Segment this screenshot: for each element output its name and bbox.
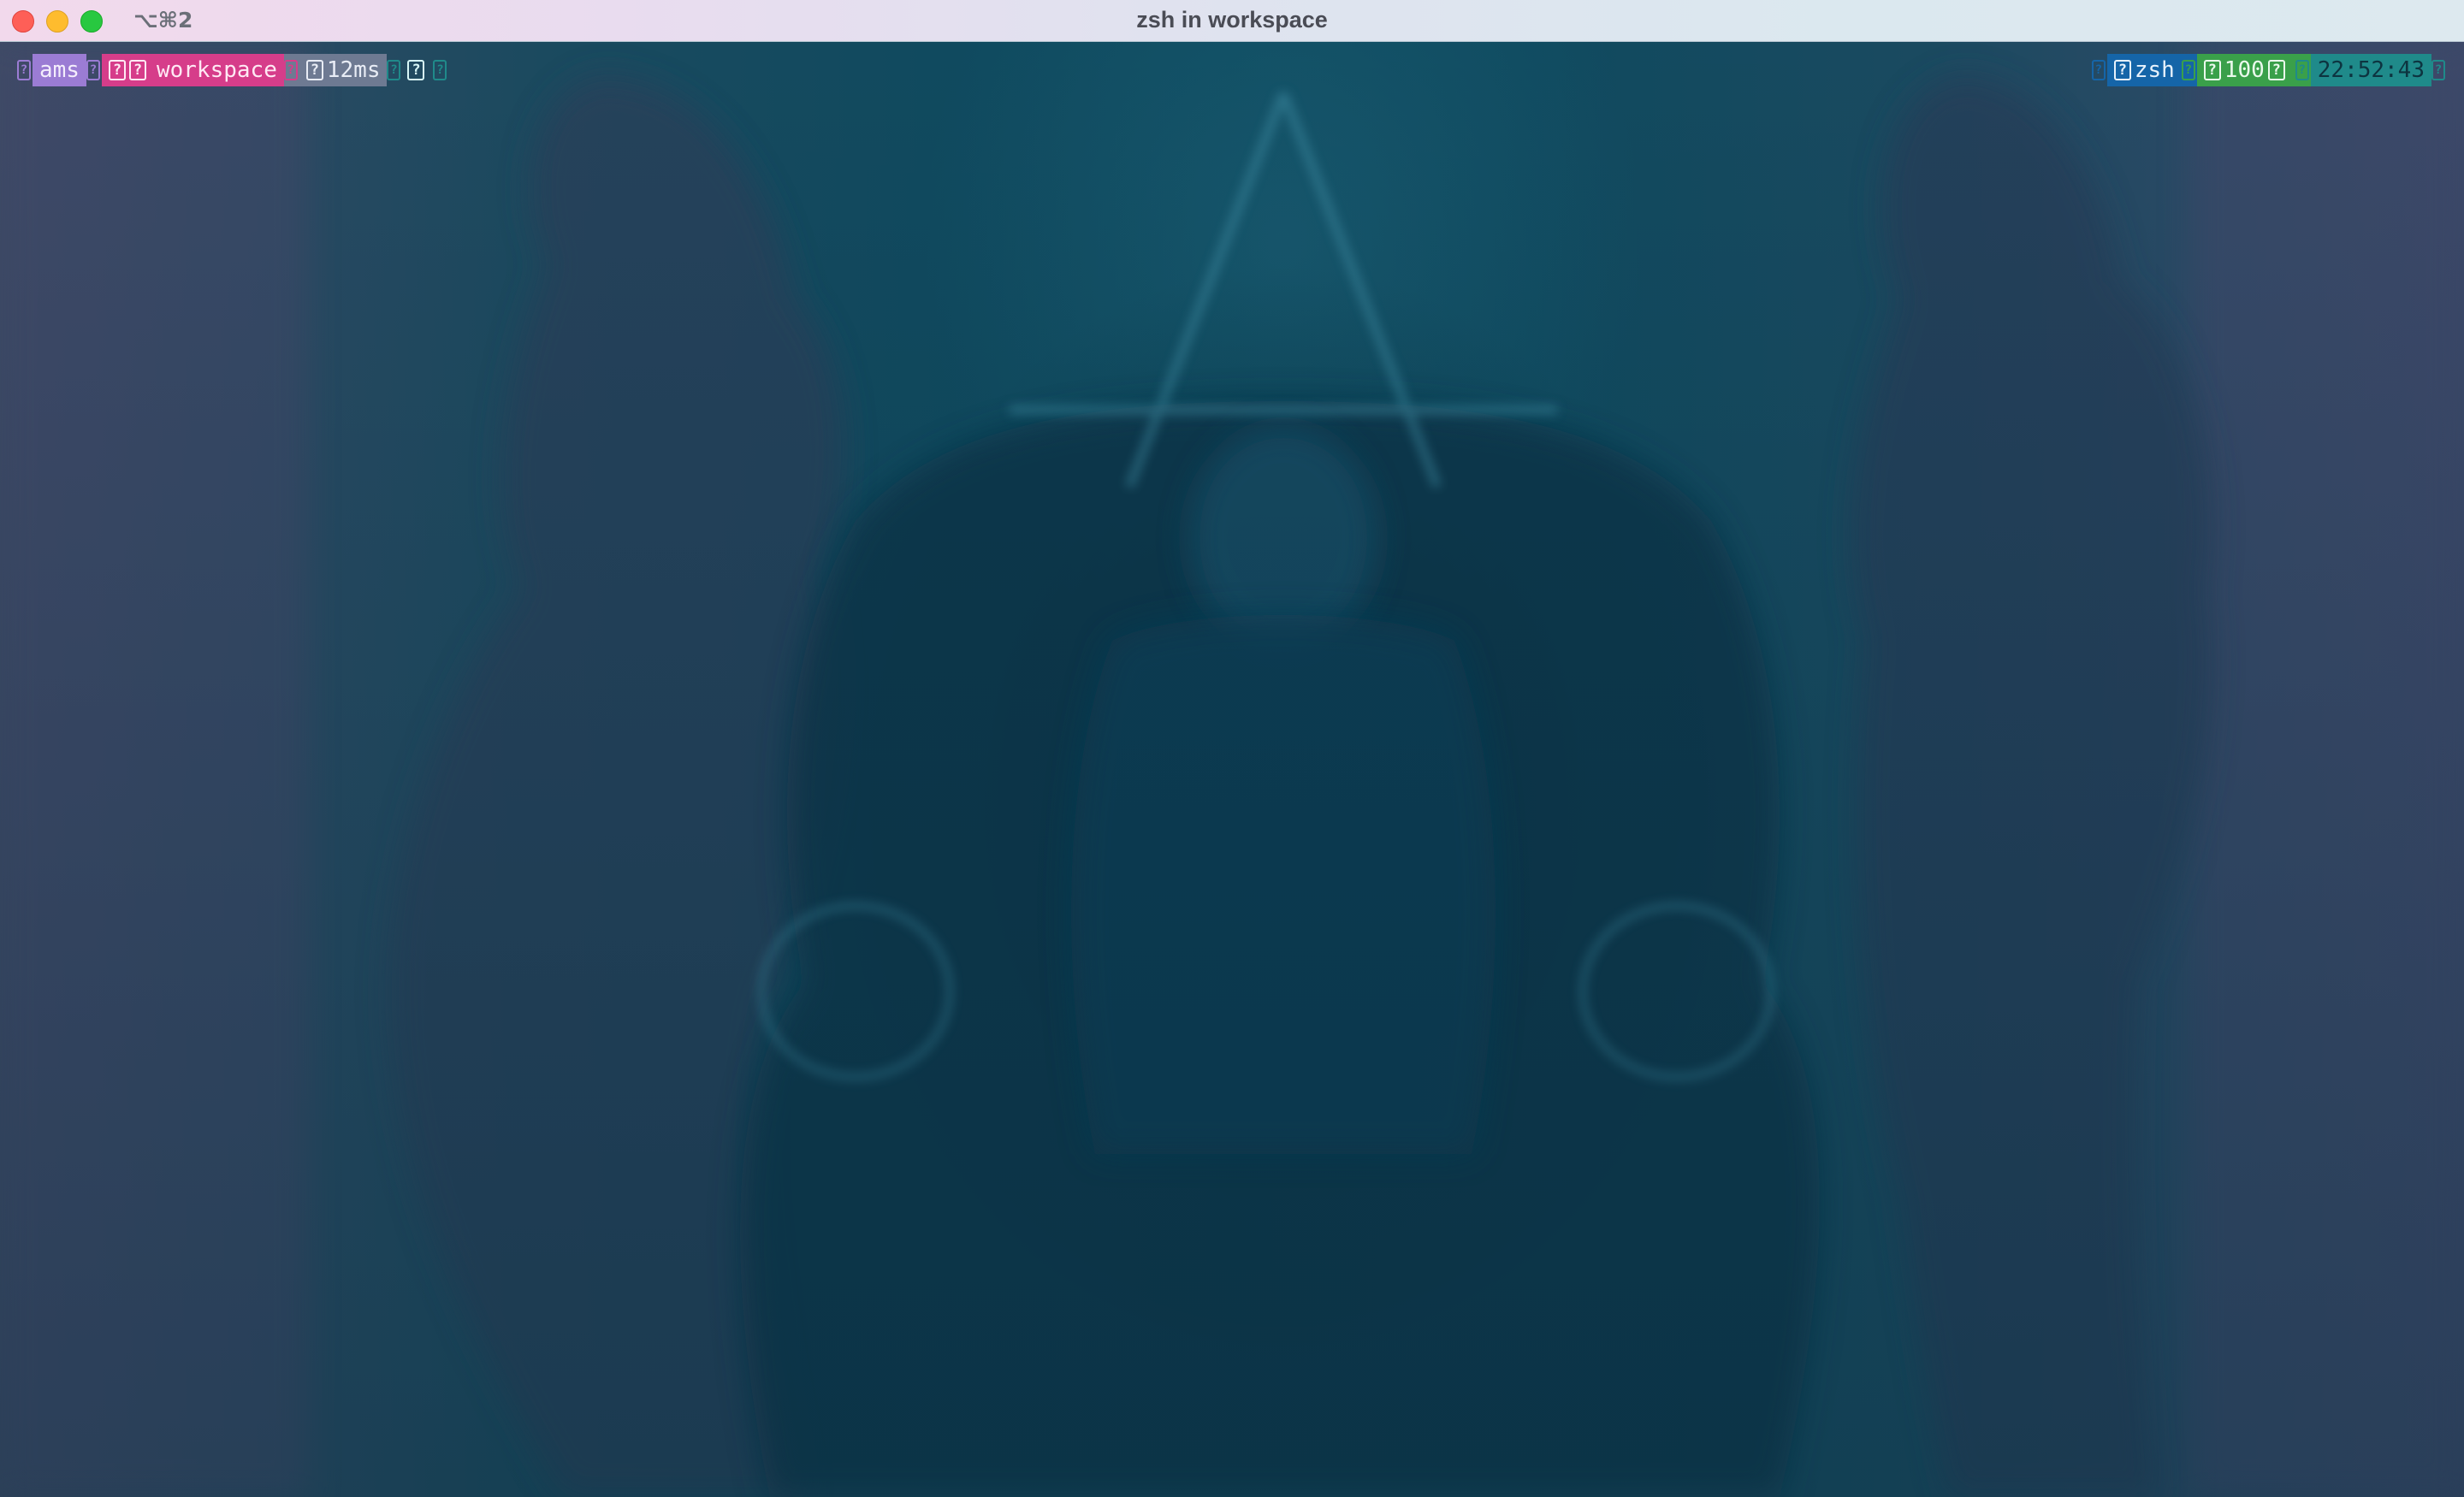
duration-segment: ? 12ms — [299, 54, 388, 86]
window-title: zsh in workspace — [1136, 7, 1328, 33]
title-bar[interactable]: ⌥⌘2 zsh in workspace — [0, 0, 2464, 42]
prompt-end-icon: ? — [2431, 54, 2447, 86]
duration-label: 12ms — [326, 57, 381, 83]
separator-icon: ? — [283, 54, 299, 86]
prompt-right: ? ? zsh ? ? 100 ? ? 22:52:43 ? — [2091, 54, 2447, 86]
directory-segment: ? ? workspace — [101, 54, 284, 86]
prompt-start-icon: ? — [17, 54, 33, 86]
timer-icon: ? — [305, 60, 323, 80]
shell-label: zsh — [2134, 57, 2175, 83]
separator-icon: ? — [86, 54, 102, 86]
directory-label: workspace — [156, 57, 277, 83]
separator-icon: ? — [2181, 54, 2197, 86]
separator-icon: ? — [387, 54, 402, 86]
charging-icon: ? — [2267, 60, 2285, 80]
prompt-left: ? ams ? ? ? workspace ? ? 12ms ? ? ? — [17, 54, 448, 86]
shell-icon: ? — [2113, 60, 2131, 80]
time-segment: 22:52:43 — [2310, 54, 2431, 86]
separator-icon: ? — [2295, 54, 2311, 86]
terminal-window: ⌥⌘2 zsh in workspace ? ams ? ? ? workspa… — [0, 0, 2464, 1497]
user-segment: ams — [33, 54, 86, 86]
shell-segment: ? zsh — [2106, 54, 2182, 86]
separator-icon: ? — [2091, 54, 2107, 86]
home-icon: ? — [128, 60, 146, 80]
time-label: 22:52:43 — [2317, 57, 2425, 83]
prompt-end-icon: ? — [433, 54, 448, 86]
status-segment: ? — [402, 54, 433, 86]
user-label: ams — [39, 57, 80, 83]
status-icon: ? — [407, 60, 425, 80]
folder-icon: ? — [108, 60, 126, 80]
battery-icon: ? — [2203, 60, 2221, 80]
battery-segment: ? 100 ? — [2196, 54, 2295, 86]
background-overlay — [0, 42, 2464, 1497]
terminal-body[interactable]: ? ams ? ? ? workspace ? ? 12ms ? ? ? ? ?… — [0, 42, 2464, 1497]
battery-label: 100 — [2224, 57, 2265, 83]
